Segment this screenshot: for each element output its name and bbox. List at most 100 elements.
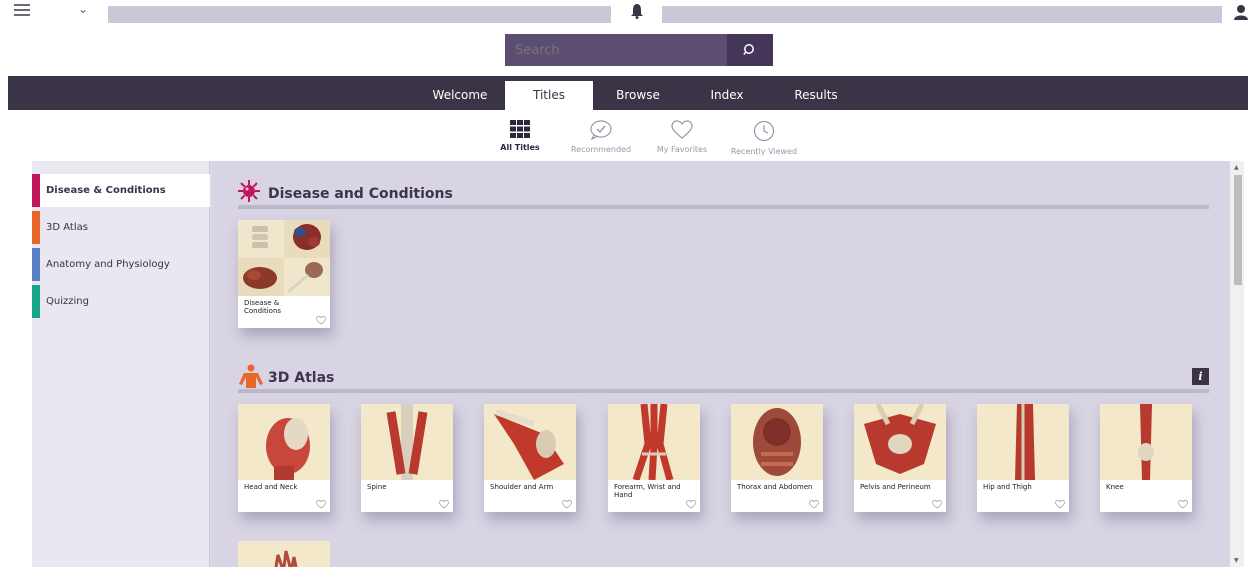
top-toolbar: ⌄ [0,0,1248,24]
sidebar-item-quizzing[interactable]: Quizzing [32,285,210,318]
info-icon[interactable]: i [1192,368,1209,385]
subtab-all-titles[interactable]: All Titles [494,120,546,152]
disease-collage-image [238,220,330,296]
sidebar-item-label: 3D Atlas [46,222,88,233]
subtab-recently-viewed[interactable]: Recently Viewed [726,120,802,156]
speech-check-icon [590,120,612,140]
card-label: Thorax and Abdomen [737,483,813,491]
title-card-pelvis-and-perineum[interactable]: Pelvis and Perineum [854,404,946,512]
anatomy-image [266,418,310,480]
tab-titles[interactable]: Titles [505,81,593,110]
main-nav: Welcome Titles Browse Index Results [8,76,1248,110]
section-divider [238,389,1209,393]
toolbar-strip [108,6,611,23]
card-label: Head and Neck [244,483,298,491]
card-label: Forearm, Wrist and Hand [614,483,681,499]
clock-icon [753,120,775,142]
card-thumbnail [484,404,576,480]
card-label: Hip and Thigh [983,483,1032,491]
title-card-partial[interactable] [238,541,330,567]
category-color-bar [32,211,40,244]
sidebar-item-label: Quizzing [46,296,89,307]
category-color-bar [32,174,40,207]
favorite-heart-icon[interactable] [316,316,326,325]
hamburger-menu-icon[interactable] [14,4,30,18]
scroll-up-arrow-icon[interactable]: ▲ [1234,164,1239,171]
favorite-heart-icon[interactable] [316,500,326,509]
heart-icon [671,120,693,139]
card-label: Disease & Conditions [244,299,282,315]
anatomy-image [1015,404,1035,480]
subtab-my-favorites[interactable]: My Favorites [652,120,712,154]
anatomy-image [1138,404,1154,480]
section-divider [238,205,1209,209]
search-input[interactable] [505,34,727,66]
card-thumbnail [238,220,330,296]
human-body-icon [239,364,263,388]
title-card-hip-and-thigh[interactable]: Hip and Thigh [977,404,1069,512]
subtab-label: Recommended [570,145,632,154]
category-color-bar [32,248,40,281]
bell-icon[interactable] [630,3,644,19]
anatomy-image [494,409,564,480]
scrollbar-thumb[interactable] [1234,175,1242,285]
favorite-heart-icon[interactable] [1055,500,1065,509]
sidebar: Disease & Conditions 3D Atlas Anatomy an… [32,161,210,567]
favorite-heart-icon[interactable] [439,500,449,509]
hand-anatomy-image [274,550,298,567]
title-card-forearm-wrist-hand[interactable]: Forearm, Wrist and Hand [608,404,700,512]
tab-welcome[interactable]: Welcome [428,76,492,110]
sidebar-item-anatomy-physiology[interactable]: Anatomy and Physiology [32,248,210,281]
tab-index[interactable]: Index [700,76,754,110]
search-button[interactable] [727,34,773,66]
tab-browse[interactable]: Browse [608,76,668,110]
title-card-head-and-neck[interactable]: Head and Neck [238,404,330,512]
subtab-recommended[interactable]: Recommended [568,120,634,154]
search-icon [743,44,754,55]
toolbar-strip [662,6,1222,23]
favorite-heart-icon[interactable] [562,500,572,509]
anatomy-image [632,404,674,480]
title-card-thorax-and-abdomen[interactable]: Thorax and Abdomen [731,404,823,512]
section-title-3d-atlas: 3D Atlas [268,370,335,386]
sidebar-item-label: Disease & Conditions [46,185,166,196]
anatomy-image [864,404,936,474]
sidebar-item-label: Anatomy and Physiology [46,259,170,270]
search-bar [505,34,773,66]
sidebar-item-disease-conditions[interactable]: Disease & Conditions [32,174,210,207]
anatomy-image [753,408,801,476]
title-card-knee[interactable]: Knee [1100,404,1192,512]
card-thumbnail [361,404,453,480]
subtab-label: All Titles [500,143,540,152]
virus-icon [238,180,260,202]
grid-icon [510,120,530,138]
card-label: Knee [1106,483,1124,491]
subtab-label: My Favorites [656,145,708,154]
card-thumbnail [977,404,1069,480]
user-icon[interactable] [1234,4,1248,20]
subtab-label: Recently Viewed [730,147,798,156]
card-label: Spine [367,483,387,491]
card-thumbnail [1100,404,1192,480]
title-card-shoulder-and-arm[interactable]: Shoulder and Arm [484,404,576,512]
card-thumbnail [238,404,330,480]
chevron-down-icon[interactable]: ⌄ [78,2,88,16]
favorite-heart-icon[interactable] [809,500,819,509]
category-color-bar [32,285,40,318]
anatomy-image [386,404,428,480]
section-title-disease: Disease and Conditions [268,186,453,202]
card-thumbnail [608,404,700,480]
sidebar-item-3d-atlas[interactable]: 3D Atlas [32,211,210,244]
card-thumbnail [238,541,330,567]
title-card-disease-conditions[interactable]: Disease & Conditions [238,220,330,328]
tab-results[interactable]: Results [784,76,848,110]
favorite-heart-icon[interactable] [1178,500,1188,509]
favorite-heart-icon[interactable] [686,500,696,509]
card-thumbnail [731,404,823,480]
card-thumbnail [854,404,946,480]
title-card-spine[interactable]: Spine [361,404,453,512]
scroll-down-arrow-icon[interactable]: ▼ [1234,557,1239,564]
favorite-heart-icon[interactable] [932,500,942,509]
card-label: Shoulder and Arm [490,483,554,491]
card-label: Pelvis and Perineum [860,483,931,491]
